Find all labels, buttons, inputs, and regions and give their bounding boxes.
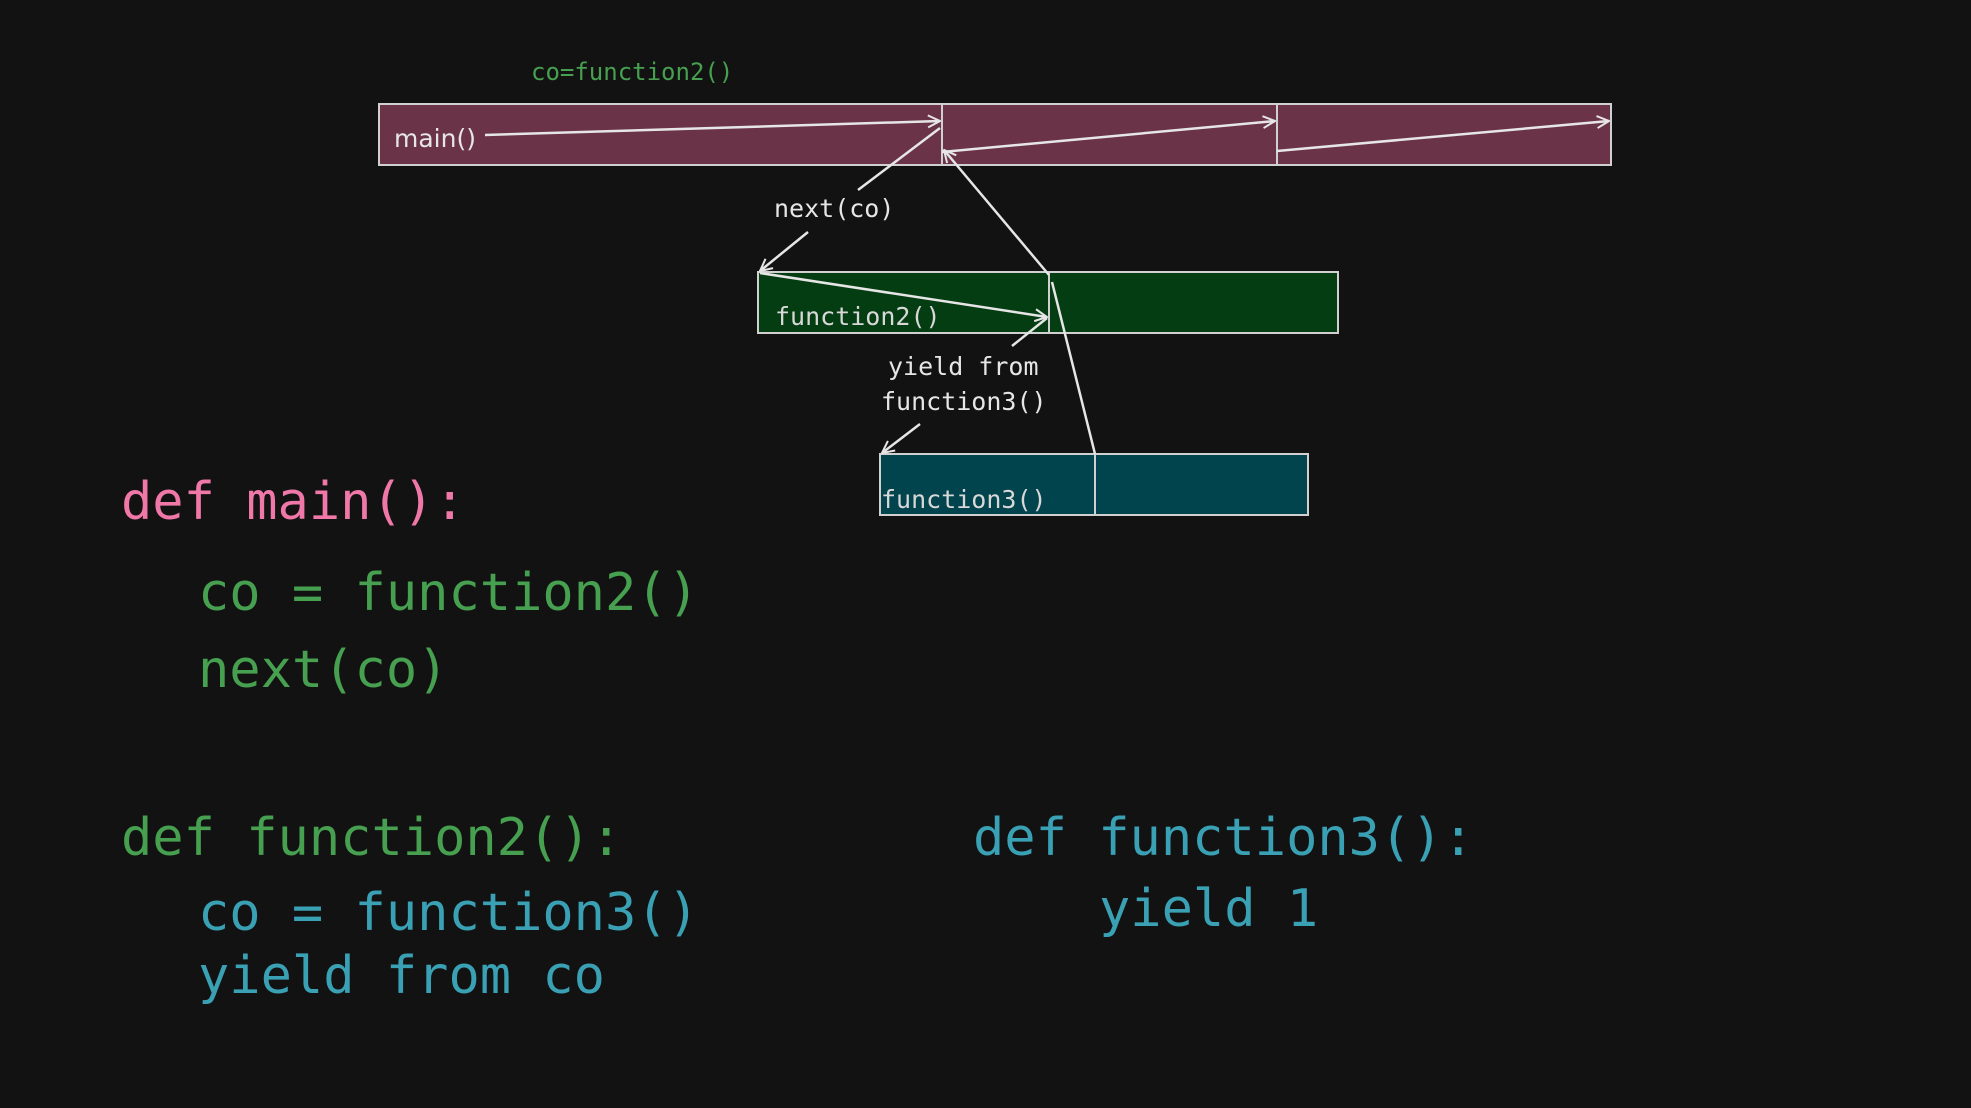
next-call-arrow-lower <box>760 231 809 271</box>
coroutine-diagram-slide: co=function2() main() function2() functi… <box>0 0 1971 1108</box>
main-body-line-1: co = function2() <box>198 563 699 623</box>
function2-bar-segment-2 <box>1048 271 1339 334</box>
function2-bar-label: function2() <box>775 302 941 331</box>
main-bar-segment-2 <box>941 103 1278 166</box>
function2-bar: function2() <box>757 271 1339 334</box>
main-body-line-2: next(co) <box>198 640 449 700</box>
function3-bar: function3() <box>879 453 1309 516</box>
function3-body-line-1: yield 1 <box>1099 879 1319 939</box>
function2-body-line-1: co = function3() <box>198 883 699 943</box>
main-bar: main() <box>378 103 1612 166</box>
function3-bar-label: function3() <box>881 485 1047 514</box>
next-call-label: next(co) <box>774 194 894 223</box>
function3-bar-segment-2 <box>1094 453 1309 516</box>
co-assignment-annotation: co=function2() <box>531 58 733 86</box>
def-function3-line: def function3(): <box>973 808 1474 868</box>
function2-body-line-2: yield from co <box>198 946 605 1006</box>
def-function2-line: def function2(): <box>121 808 622 868</box>
yield-from-label-line-1: yield from <box>888 352 1039 381</box>
yield-return-arrow-function2 <box>944 150 1050 276</box>
main-bar-label: main() <box>394 124 476 153</box>
main-bar-segment-3 <box>1276 103 1612 166</box>
def-main-line: def main(): <box>121 472 466 532</box>
yield-from-label-line-2: function3() <box>881 387 1047 416</box>
yield-from-arrow-lower <box>882 423 921 453</box>
